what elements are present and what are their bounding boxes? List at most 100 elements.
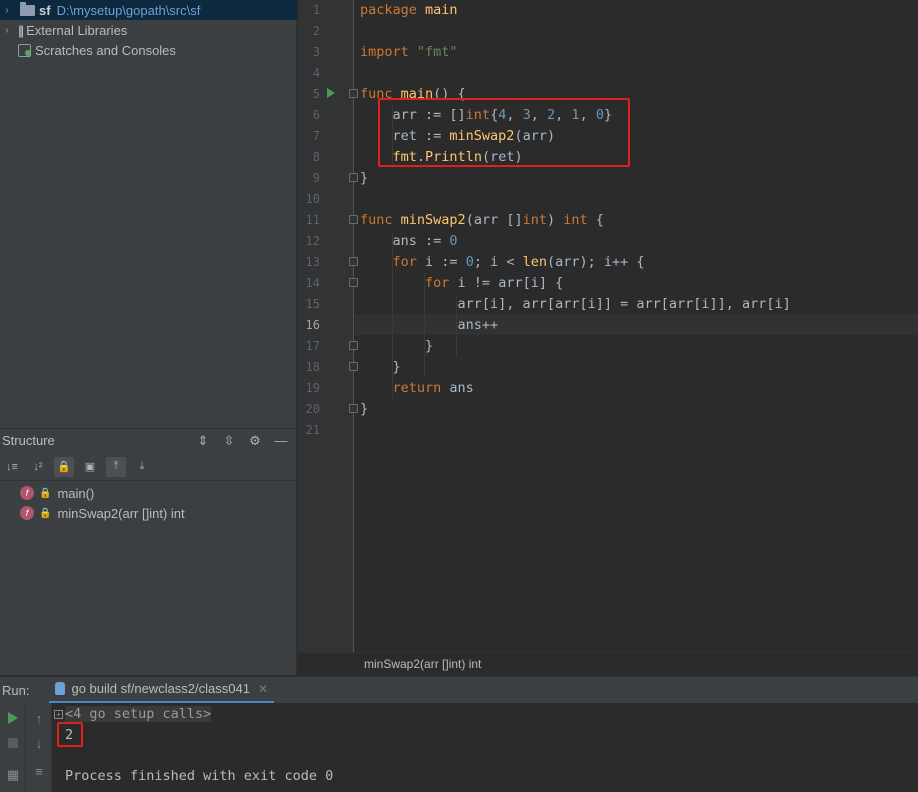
line-number: 10 [305,192,320,206]
minimize-icon[interactable]: — [271,431,291,451]
autoscroll-from-source-icon[interactable]: ⤓ [132,457,152,477]
collapse-all-icon[interactable]: ⇳ [219,431,239,451]
expand-all-icon[interactable]: ⇕ [193,431,213,451]
tree-item-label: External Libraries [26,22,128,38]
fold-icon[interactable] [349,215,358,224]
line-number: 12 [305,234,320,248]
structure-header: Structure ⇕ ⇳ ⚙ — [0,428,297,452]
code-line-17: } [360,338,434,354]
line-number: 14 [305,276,320,290]
line-number: 13 [305,255,320,269]
line-number: 6 [312,108,320,122]
go-icon [55,682,66,695]
chevron-right-icon[interactable]: › [0,5,14,16]
fold-icon[interactable] [349,278,358,287]
scratches-icon [18,43,31,57]
line-number: 4 [312,66,320,80]
structure-item-main[interactable]: f 🔒 main() [20,483,94,503]
folder-icon [20,1,35,16]
line-number: 17 [305,339,320,353]
run-tab[interactable]: go build sf/newclass2/class041 ✕ [49,677,275,704]
fold-icon[interactable] [349,404,358,413]
code-line-1: package main [360,2,458,18]
show-non-public-icon[interactable]: 🔒 [54,456,74,477]
run-header: Run: go build sf/newclass2/class041 ✕ [0,676,918,704]
run-tab-title: go build sf/newclass2/class041 [71,681,250,696]
run-toolbar-right: ↑ ↓ ≡ [26,703,52,792]
run-label: Run: [2,682,30,698]
line-number: 7 [312,129,320,143]
run-toolbar-left: ▦ [0,703,26,792]
line-number: 18 [305,360,320,374]
tree-item-label: sf [39,2,51,18]
line-number: 3 [312,45,320,59]
code-line-19: return ans [392,380,474,396]
fold-icon[interactable] [349,89,358,98]
tree-item-path: D:\mysetup\gopath\src\sf [56,2,201,18]
tree-item-external-libraries[interactable]: › ||| External Libraries [0,20,297,40]
setup-calls-line[interactable]: + <4 go setup calls> [54,704,212,724]
fold-icon[interactable] [349,173,358,182]
line-number: 1 [312,3,320,17]
code-line-20: } [360,401,369,417]
structure-item-minswap2[interactable]: f 🔒 minSwap2(arr []int) int [20,503,185,523]
line-number: 19 [305,381,320,395]
soft-wrap-icon[interactable]: ≡ [30,762,48,780]
code-line-3: import "fmt" [360,44,458,60]
fold-icon[interactable] [349,341,358,350]
layout-icon[interactable]: ▦ [4,766,22,784]
code-line-9: } [360,170,369,186]
code-line-18: } [360,359,401,375]
stop-icon[interactable] [4,734,22,752]
autoscroll-to-source-icon[interactable]: ⤒ [106,456,126,477]
code-line-13: for i := 0; i < len(arr); i++ { [392,254,645,270]
run-gutter-icon[interactable] [327,88,335,98]
tree-item-label: Scratches and Consoles [35,42,176,58]
gear-icon[interactable]: ⚙ [245,431,265,451]
tree-item-sf[interactable]: › sf D:\mysetup\gopath\src\sf [0,0,297,20]
code-line-15: arr[i], arr[arr[i]] = arr[arr[i]], arr[i… [360,296,791,312]
line-number: 20 [305,402,320,416]
sort-by-visibility-icon[interactable]: ↓≡ [2,457,22,477]
structure-title: Structure [2,433,55,448]
chevron-right-icon[interactable]: › [0,25,14,36]
editor-gutter: 1 2 3 4 5 6 7 8 9 10 11 12 13 14 15 16 17 18 19 20 21 [298,0,358,652]
lock-icon: 🔒 [39,487,52,499]
fold-icon[interactable] [349,362,358,371]
tree-item-scratches[interactable]: Scratches and Consoles [0,40,297,60]
expand-icon[interactable]: + [54,710,63,719]
annotation-highlight-box [378,98,630,167]
line-number: 15 [305,297,320,311]
line-number: 16 [305,318,320,332]
breadcrumb[interactable]: minSwap2(arr []int) int [298,652,918,675]
function-icon: f [20,486,34,500]
arrow-down-icon[interactable]: ↓ [30,734,48,752]
project-panel: › sf D:\mysetup\gopath\src\sf › ||| Exte… [0,0,297,675]
fold-icon[interactable] [349,257,358,266]
code-line-11: func minSwap2(arr []int) int { [360,212,604,228]
code-line-16: ans++ [360,317,499,333]
show-fields-icon[interactable]: ▣ [80,457,100,477]
line-number: 9 [312,171,320,185]
code-line-12: ans := 0 [360,233,458,249]
annotation-highlight-box [57,722,83,747]
structure-item-label: main() [57,485,95,501]
line-number: 8 [312,150,320,164]
sort-alphabetically-icon[interactable]: ↓² [28,457,48,477]
process-finished-message: Process finished with exit code 0 [65,768,334,784]
structure-toolbar: ↓≡ ↓² 🔒 ▣ ⤒ ⤓ [0,453,297,481]
line-number: 11 [305,213,320,227]
function-icon: f [20,506,34,520]
code-line-14: for i != arr[i] { [425,275,564,291]
rerun-icon[interactable] [4,709,22,727]
structure-item-label: minSwap2(arr []int) int [57,505,185,521]
console-output[interactable]: + <4 go setup calls> 2 Process finished w… [52,703,918,792]
breadcrumb-item[interactable]: minSwap2(arr []int) int [364,657,481,671]
line-number: 2 [312,24,320,38]
library-icon: ||| [18,22,24,38]
close-icon[interactable]: ✕ [258,682,268,696]
arrow-up-icon[interactable]: ↑ [30,709,48,727]
lock-icon: 🔒 [39,507,52,519]
line-number: 5 [312,87,320,101]
line-number: 21 [305,423,320,437]
